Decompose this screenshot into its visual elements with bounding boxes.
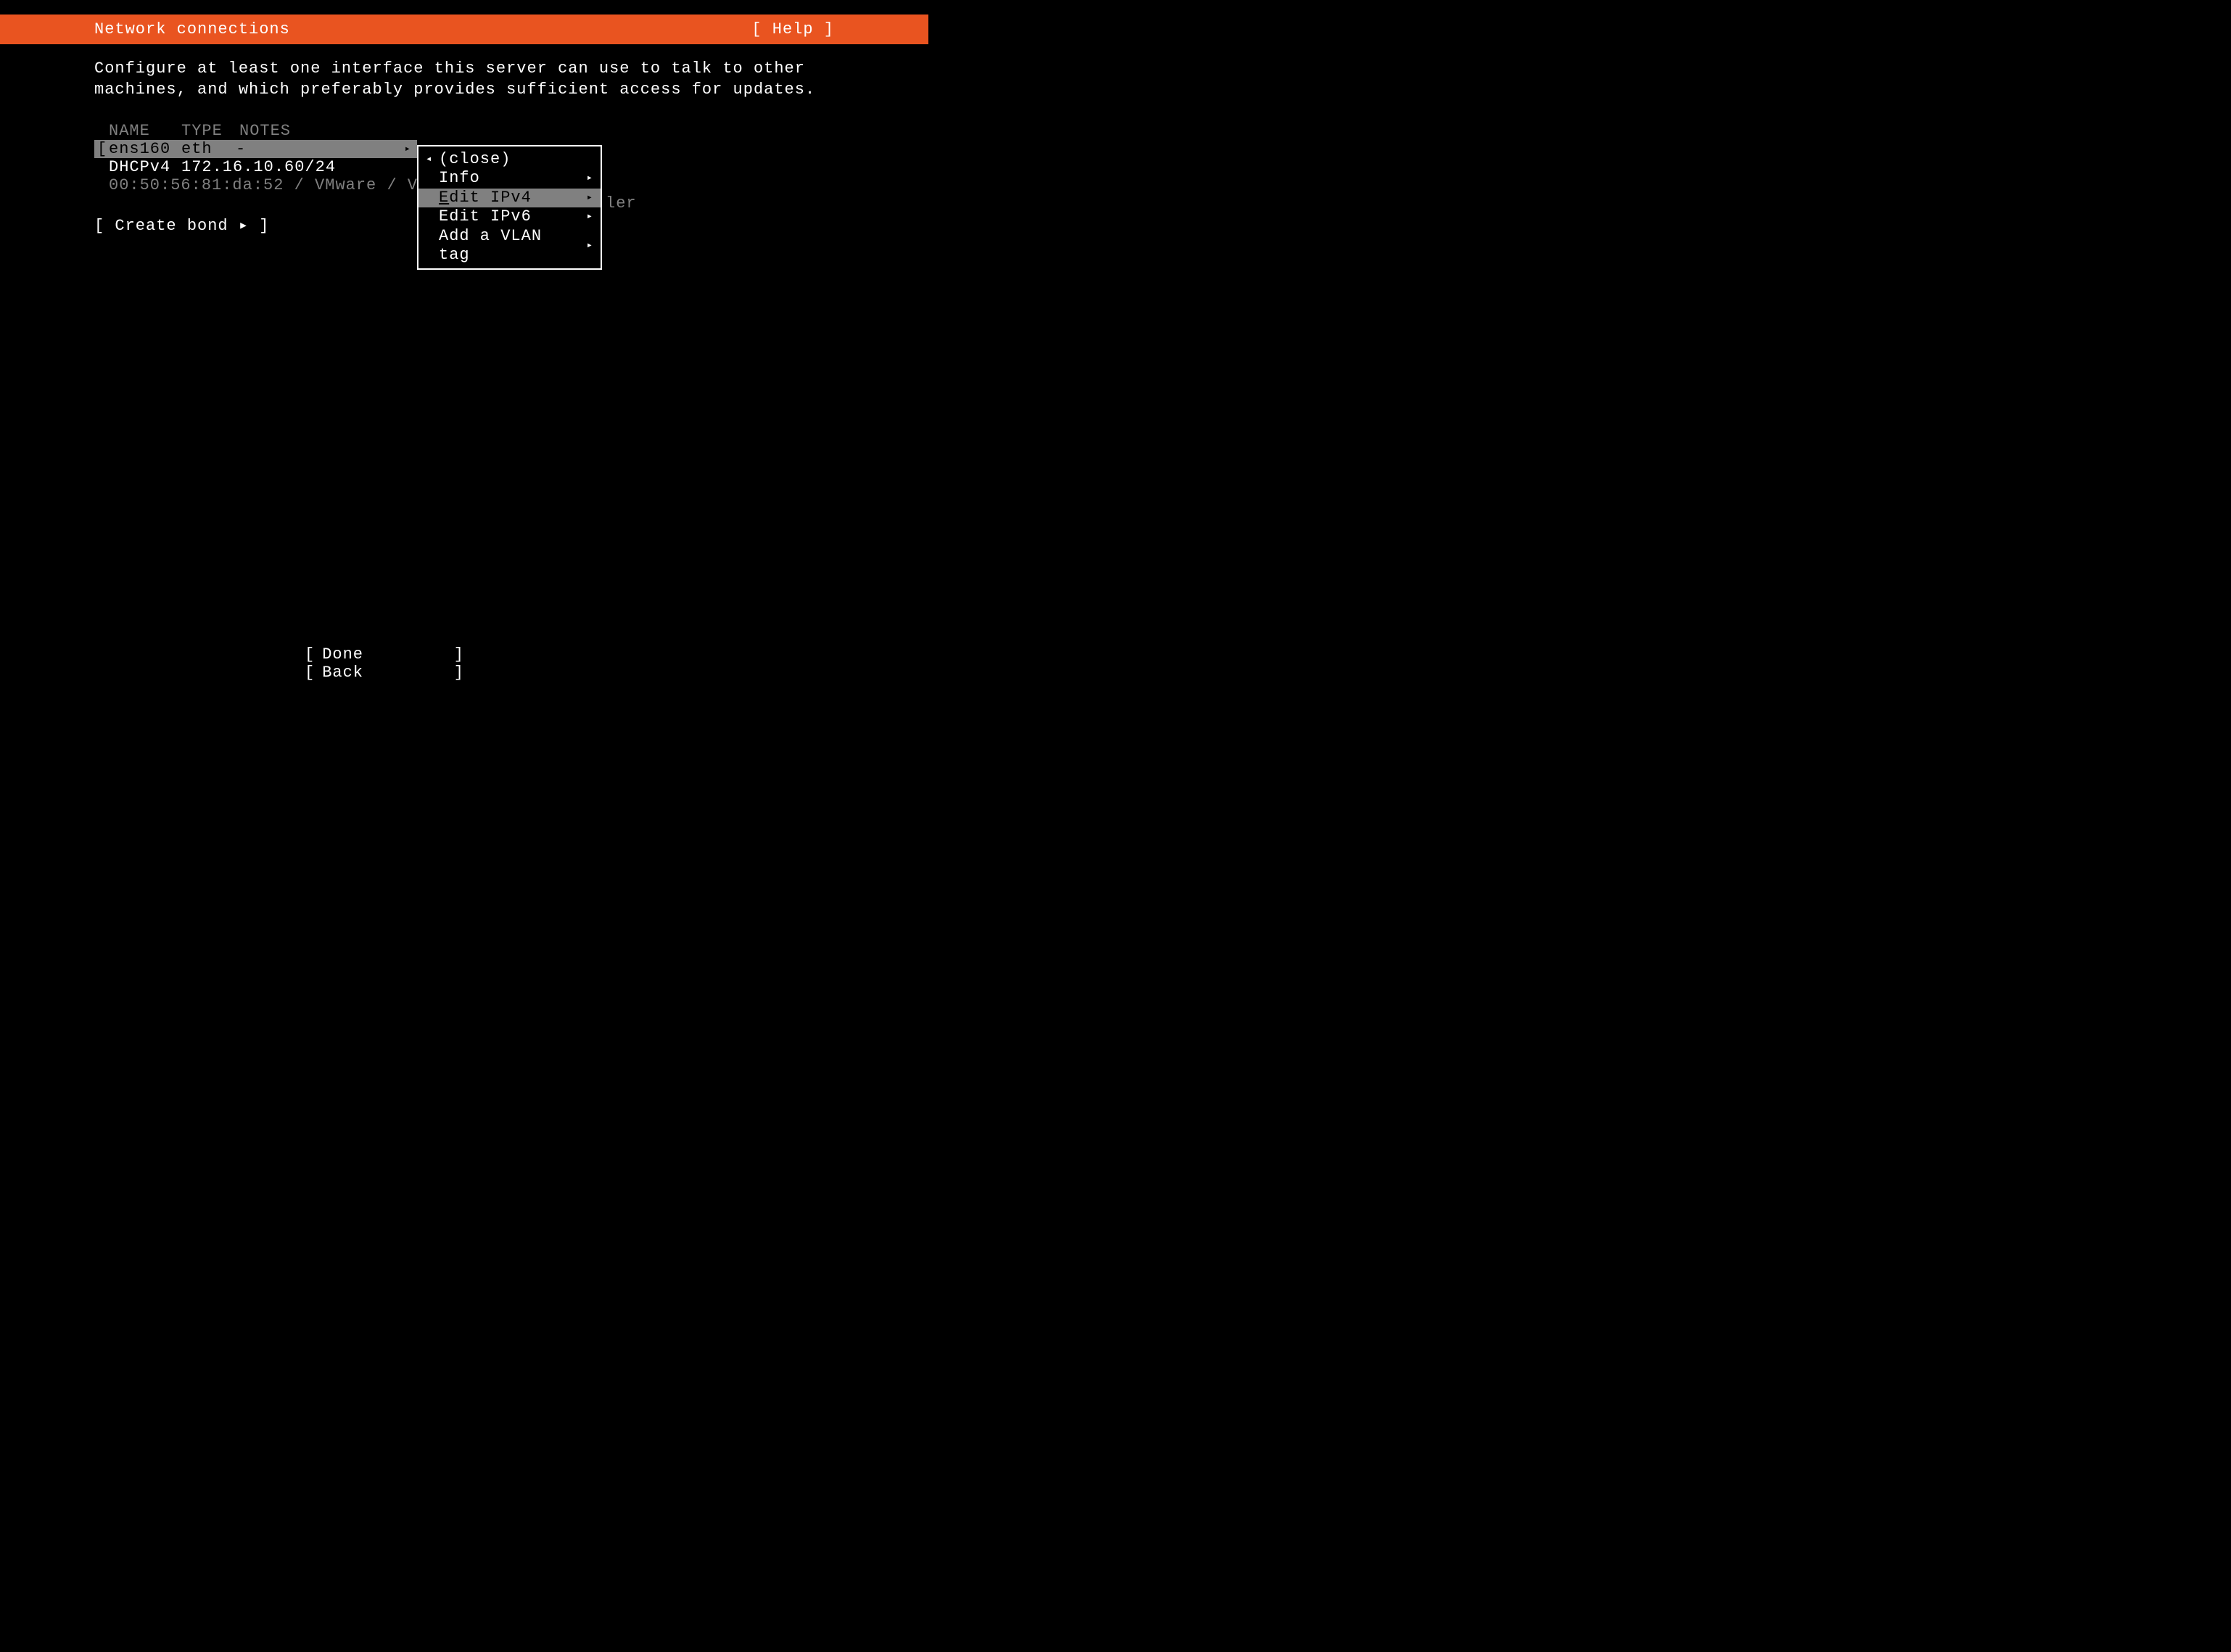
right-arrow-icon: ▸ [580,211,593,223]
right-arrow-icon: ▸ [580,173,593,185]
interface-context-menu: ◂ (close) Info ▸ Edit IPv4 ▸ Edit IPv6 ▸… [417,145,602,270]
interface-type: eth [181,140,236,158]
column-headers: NAME TYPE NOTES [109,122,834,140]
help-button[interactable]: [ Help ] [751,20,834,38]
left-arrow-icon: ◂ [426,154,439,166]
menu-item-close[interactable]: ◂ (close) [418,150,601,169]
dhcp-label: DHCPv4 [109,158,181,176]
done-button[interactable]: [ Done ] [305,645,464,664]
done-label: Done [322,645,454,664]
right-arrow-icon: ▸ [580,192,593,205]
menu-item-edit-ipv4[interactable]: Edit IPv4 ▸ [418,189,601,207]
description-text: Configure at least one interface this se… [94,59,834,100]
interface-name: ens160 [109,140,181,158]
col-notes-header: NOTES [239,122,834,140]
bracket-right: ] [454,645,464,664]
menu-label-info: Info [439,169,580,188]
dhcp-address: 172.16.10.60/24 [181,158,336,176]
page-title: Network connections [94,20,290,38]
menu-label-add-vlan: Add a VLAN tag [439,227,580,265]
menu-label-edit-ipv6: Edit IPv6 [439,207,580,226]
bracket-right: ] [454,664,464,682]
bracket-left: [ [305,645,315,664]
menu-item-add-vlan[interactable]: Add a VLAN tag ▸ [418,227,601,265]
mac-cutoff-text: ler [606,194,637,212]
bracket-left: [ [305,664,315,682]
interface-row-ens160[interactable]: [ ens160 eth - ▸ [94,140,417,158]
menu-label-edit-ipv4: Edit IPv4 [439,189,580,207]
col-type-header: TYPE [181,122,239,140]
menu-item-info[interactable]: Info ▸ [418,169,601,188]
interface-notes: - [236,140,417,158]
right-arrow-icon: ▸ [580,240,593,252]
footer-buttons: [ Done ] [ Back ] [0,645,928,682]
menu-item-edit-ipv6[interactable]: Edit IPv6 ▸ [418,207,601,226]
back-button[interactable]: [ Back ] [305,664,464,682]
col-name-header: NAME [109,122,181,140]
header-bar: Network connections [ Help ] [0,15,928,44]
back-label: Back [322,664,454,682]
bracket-left: [ [94,140,109,158]
menu-label-close: (close) [439,150,580,169]
submenu-arrow-icon: ▸ [405,143,411,155]
